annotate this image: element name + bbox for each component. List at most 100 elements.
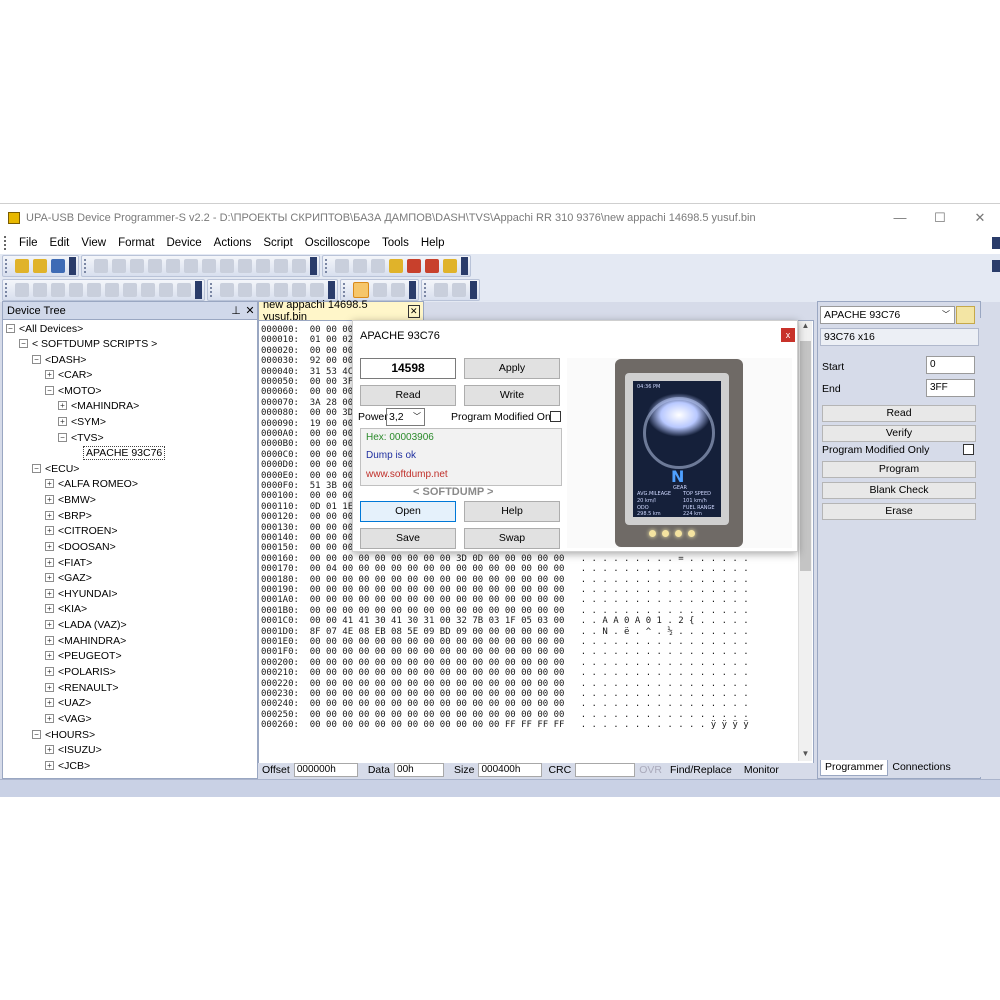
read-button[interactable]: Read bbox=[822, 405, 976, 422]
verify-button[interactable]: Verify bbox=[822, 425, 976, 442]
toolbar-grip[interactable] bbox=[325, 259, 330, 273]
expand-icon[interactable]: + bbox=[45, 495, 54, 504]
tree-node-fiat[interactable]: + <FIAT> bbox=[45, 556, 92, 570]
sigma-icon[interactable] bbox=[443, 259, 457, 273]
expand-icon[interactable]: + bbox=[45, 511, 54, 520]
expand-icon[interactable]: + bbox=[45, 558, 54, 567]
menu-oscilloscope[interactable]: Oscilloscope bbox=[299, 237, 376, 249]
list-icon[interactable] bbox=[292, 283, 306, 297]
settings-icon[interactable] bbox=[407, 259, 421, 273]
expand-icon[interactable]: + bbox=[45, 651, 54, 660]
stop-icon[interactable] bbox=[452, 283, 466, 297]
expand-icon[interactable]: + bbox=[45, 620, 54, 629]
find-icon[interactable] bbox=[202, 259, 216, 273]
softdump-link[interactable]: www.softdump.net bbox=[366, 469, 448, 480]
tree-node-uaz[interactable]: + <UAZ> bbox=[45, 696, 91, 710]
open-button[interactable]: Open bbox=[360, 501, 456, 522]
view-icon[interactable] bbox=[256, 283, 270, 297]
tab-programmer[interactable]: Programmer bbox=[820, 760, 889, 776]
collapse-icon[interactable]: − bbox=[19, 339, 28, 348]
dialog-close-button[interactable]: x bbox=[781, 328, 795, 342]
toolbar-overflow[interactable] bbox=[409, 281, 416, 299]
toolbar-overflow[interactable] bbox=[328, 281, 335, 299]
apply-button[interactable]: Apply bbox=[464, 358, 560, 379]
tree-node-lada[interactable]: + <LADA (VAZ)> bbox=[45, 618, 127, 632]
expand-icon[interactable]: + bbox=[45, 698, 54, 707]
expand-icon[interactable]: + bbox=[45, 636, 54, 645]
gear-icon[interactable] bbox=[159, 283, 173, 297]
gear-icon[interactable] bbox=[177, 283, 191, 297]
swap-button[interactable]: Swap bbox=[464, 528, 560, 549]
tree-node-jcb[interactable]: + <JCB> bbox=[45, 759, 90, 773]
blank-check-button[interactable]: Blank Check bbox=[822, 482, 976, 499]
close-tab-icon[interactable]: ✕ bbox=[407, 304, 420, 318]
program-modified-checkbox[interactable] bbox=[550, 411, 561, 422]
zoom-icon[interactable] bbox=[373, 283, 387, 297]
tree-node-apache-93c76[interactable]: APACHE 93C76 bbox=[83, 446, 166, 460]
dialog-write-button[interactable]: Write bbox=[464, 385, 560, 406]
tree-node-ecu[interactable]: − <ECU> bbox=[32, 462, 79, 476]
program-modified-only-checkbox[interactable] bbox=[963, 444, 974, 455]
tree-node-sym[interactable]: + <SYM> bbox=[58, 415, 106, 429]
document-icon[interactable] bbox=[310, 283, 324, 297]
checksum-icon[interactable] bbox=[274, 259, 288, 273]
play-icon[interactable] bbox=[123, 283, 137, 297]
menu-device[interactable]: Device bbox=[161, 237, 208, 249]
expand-icon[interactable]: + bbox=[45, 526, 54, 535]
scroll-up-icon[interactable]: ▲ bbox=[799, 321, 812, 333]
last-icon[interactable] bbox=[141, 283, 155, 297]
list-icon[interactable] bbox=[274, 283, 288, 297]
toolbar-grip[interactable] bbox=[5, 259, 10, 273]
tree-node-hyundai[interactable]: + <HYUNDAI> bbox=[45, 587, 118, 601]
cut-icon[interactable] bbox=[130, 259, 144, 273]
monitor-button[interactable]: Monitor bbox=[744, 764, 779, 776]
expand-icon[interactable]: + bbox=[45, 667, 54, 676]
menu-format[interactable]: Format bbox=[112, 237, 160, 249]
pin-icon[interactable]: ⊥ bbox=[229, 304, 243, 317]
toolbar-overflow[interactable] bbox=[310, 257, 317, 275]
collapse-icon[interactable]: − bbox=[32, 355, 41, 364]
cursor-icon[interactable] bbox=[353, 282, 369, 298]
tree-node-doosan[interactable]: + <DOOSAN> bbox=[45, 540, 116, 554]
start-input[interactable]: 0 bbox=[926, 356, 975, 374]
swap-icon[interactable] bbox=[256, 259, 270, 273]
toolbar-grip[interactable] bbox=[210, 283, 215, 297]
tree-node-mahindra-ecu[interactable]: + <MAHINDRA> bbox=[45, 634, 126, 648]
expand-icon[interactable]: + bbox=[45, 604, 54, 613]
tree-node-polaris[interactable]: + <POLARIS> bbox=[45, 665, 116, 679]
tree-node-car[interactable]: + <CAR> bbox=[45, 368, 92, 382]
tree-node-tvs[interactable]: − <TVS> bbox=[58, 431, 104, 445]
collapse-icon[interactable]: − bbox=[6, 324, 15, 333]
tree-node-brp[interactable]: + <BRP> bbox=[45, 509, 92, 523]
tree-node-citroen[interactable]: + <CITROEN> bbox=[45, 524, 118, 538]
close-icon[interactable]: ✕ bbox=[243, 304, 257, 317]
menu-file[interactable]: File bbox=[13, 237, 44, 249]
tree-node-renault[interactable]: + <RENAULT> bbox=[45, 681, 119, 695]
measure-icon[interactable] bbox=[391, 283, 405, 297]
notes-icon[interactable] bbox=[389, 259, 403, 273]
toolbar-grip[interactable] bbox=[5, 283, 10, 297]
arrow-icon[interactable] bbox=[33, 283, 47, 297]
bug-icon[interactable] bbox=[425, 259, 439, 273]
menu-script[interactable]: Script bbox=[257, 237, 298, 249]
tree-node-moto[interactable]: − <MOTO> bbox=[45, 384, 102, 398]
forward-icon[interactable] bbox=[112, 259, 126, 273]
size-field[interactable]: 000400h bbox=[478, 763, 543, 777]
usb-icon[interactable] bbox=[353, 259, 367, 273]
toolbar-overflow[interactable] bbox=[69, 257, 76, 275]
collapse-icon[interactable]: − bbox=[32, 464, 41, 473]
find-replace-button[interactable]: Find/Replace bbox=[670, 764, 732, 776]
copy-icon[interactable] bbox=[148, 259, 162, 273]
close-window-button[interactable]: ✕ bbox=[960, 204, 1000, 232]
delete-icon[interactable] bbox=[184, 259, 198, 273]
first-icon[interactable] bbox=[87, 283, 101, 297]
tree-node-mahindra-moto[interactable]: + <MAHINDRA> bbox=[58, 399, 139, 413]
grid-icon[interactable] bbox=[371, 259, 385, 273]
expand-icon[interactable]: + bbox=[45, 745, 54, 754]
expand-icon[interactable]: + bbox=[45, 479, 54, 488]
expand-icon[interactable]: + bbox=[58, 401, 67, 410]
menu-view[interactable]: View bbox=[75, 237, 112, 249]
toolbar-overflow[interactable] bbox=[470, 281, 477, 299]
offset-field[interactable]: 000000h bbox=[293, 763, 358, 777]
arrow-icon[interactable] bbox=[15, 283, 29, 297]
